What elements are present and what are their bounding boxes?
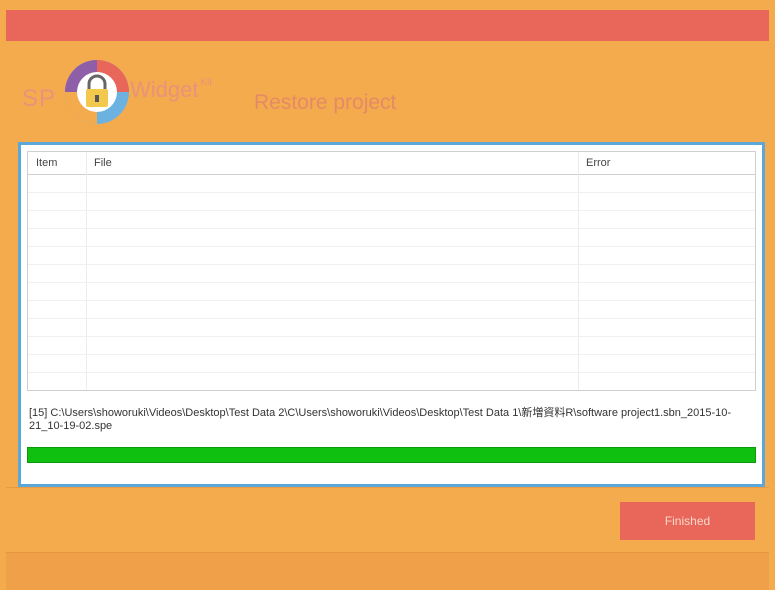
row-divider	[28, 246, 755, 247]
restore-panel: Item File Error [15] C:\Users\showoruki\…	[18, 142, 765, 487]
divider	[6, 487, 769, 488]
column-header-item[interactable]: Item	[36, 157, 57, 169]
table-header: Item File Error	[28, 152, 755, 175]
results-table[interactable]: Item File Error	[27, 151, 756, 391]
row-divider	[28, 300, 755, 301]
row-divider	[28, 210, 755, 211]
column-header-error[interactable]: Error	[586, 157, 610, 169]
padlock-icon	[65, 60, 129, 124]
brand-superscript: Kit	[200, 77, 213, 88]
footer-bar	[6, 552, 769, 590]
row-divider	[28, 336, 755, 337]
finished-button[interactable]: Finished	[620, 502, 755, 540]
title-bar	[6, 10, 769, 41]
brand-right-text: Widget Kit	[130, 77, 213, 102]
status-path-text: [15] C:\Users\showoruki\Videos\Desktop\T…	[29, 407, 732, 432]
brand-left-text: SP	[22, 85, 57, 112]
row-divider	[28, 318, 755, 319]
row-divider	[28, 192, 755, 193]
page-title: Restore project	[254, 91, 397, 114]
progress-bar	[27, 447, 756, 463]
row-divider	[28, 282, 755, 283]
row-divider	[28, 228, 755, 229]
header: SP Widget Kit Restore project	[6, 41, 769, 141]
row-divider	[28, 264, 755, 265]
row-divider	[28, 354, 755, 355]
column-header-file[interactable]: File	[94, 157, 112, 169]
row-divider	[28, 372, 755, 373]
